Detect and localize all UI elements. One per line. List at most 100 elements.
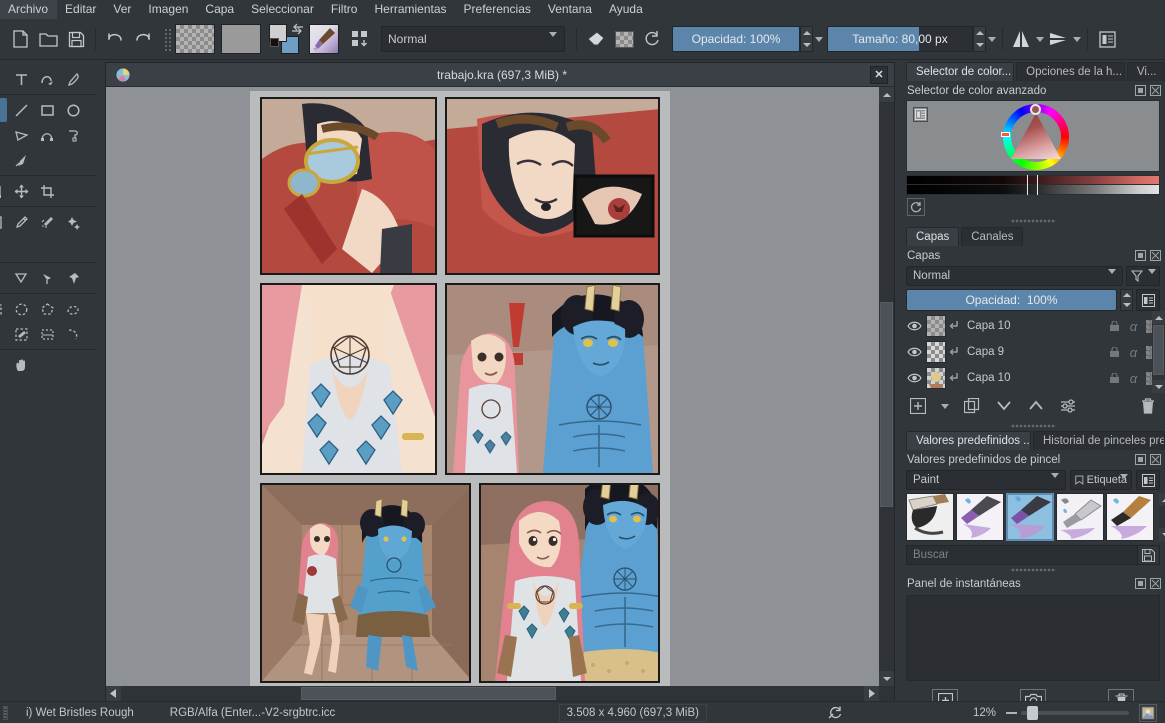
layer-opacity-step-down[interactable] — [1121, 300, 1132, 310]
edit-shapes-tool[interactable] — [35, 67, 59, 91]
new-document-icon[interactable] — [6, 25, 34, 53]
palette-knife-preset[interactable] — [1056, 493, 1104, 541]
horizontal-scroll-thumb[interactable] — [301, 687, 556, 700]
value-gradient-strip[interactable] — [906, 175, 1160, 185]
lock-icon[interactable] — [1108, 372, 1121, 385]
save-preset-icon[interactable] — [1138, 545, 1160, 565]
layer-view-mode-button[interactable] — [1136, 289, 1160, 311]
zoom-slider-knob[interactable] — [1027, 705, 1038, 720]
docker-splitter-2[interactable] — [1010, 422, 1056, 429]
zoom-out-icon[interactable] — [1006, 711, 1017, 714]
color-picker-tool[interactable] — [9, 210, 33, 234]
move-layer-down-button[interactable] — [993, 396, 1015, 416]
close-document-icon[interactable]: ✕ — [870, 65, 888, 84]
saturation-gradient-strip[interactable] — [906, 185, 1160, 195]
vertical-scroll-thumb[interactable] — [880, 302, 893, 507]
color-cursor[interactable] — [1030, 104, 1041, 115]
float-snapshot-docker-icon[interactable] — [1134, 577, 1147, 590]
artboard[interactable] — [250, 91, 670, 686]
layer-thumbnail[interactable] — [926, 341, 946, 363]
menu-ayuda[interactable]: Ayuda — [601, 0, 652, 19]
multibrush-axis-tool[interactable] — [35, 266, 59, 290]
duplicate-layer-button[interactable] — [961, 396, 983, 416]
ellipse-tool[interactable] — [61, 98, 85, 122]
layer-scroll-down-icon[interactable] — [1152, 380, 1165, 393]
zoom-tool[interactable] — [0, 353, 7, 377]
wet-bristles-rough-preset[interactable] — [1006, 493, 1054, 541]
tag-button[interactable]: Etiqueta — [1070, 470, 1132, 491]
add-layer-button[interactable] — [907, 396, 929, 416]
brush-size-slider[interactable]: Tamaño: 80,00 px — [827, 26, 973, 52]
close-brush-docker-icon[interactable] — [1149, 453, 1162, 466]
opacity-slider[interactable]: Opacidad: 100% — [672, 26, 800, 52]
pin-tool[interactable] — [61, 266, 85, 290]
mirror-horizontal-chevron-icon[interactable] — [1034, 26, 1045, 52]
snapshot-list[interactable] — [906, 595, 1160, 681]
redo-icon[interactable] — [129, 25, 157, 53]
delete-layer-button[interactable] — [1137, 396, 1159, 416]
alpha-inherit-icon[interactable] — [949, 346, 962, 358]
layer-scroll-up-icon[interactable] — [1152, 311, 1165, 324]
assistant-tool[interactable] — [0, 235, 7, 259]
layer-list-scrollbar[interactable] — [1152, 311, 1165, 393]
multibrush-tool[interactable] — [9, 148, 33, 172]
reference-images-tool[interactable] — [9, 266, 33, 290]
dynamic-brush-tool[interactable] — [0, 148, 7, 172]
close-docker-icon[interactable] — [1149, 84, 1162, 97]
freehand-brush-tool[interactable] — [0, 98, 7, 122]
menu-ventana[interactable]: Ventana — [540, 0, 601, 19]
lock-icon[interactable] — [1108, 320, 1121, 333]
layer-blend-mode-selector[interactable]: Normal — [906, 266, 1123, 286]
docker-splitter-3[interactable] — [1010, 566, 1056, 573]
no-selection-icon[interactable] — [827, 704, 843, 722]
lock-icon[interactable] — [1108, 346, 1121, 359]
layer-properties-button[interactable] — [1057, 396, 1079, 416]
alpha-lock-icon[interactable]: α — [1127, 345, 1140, 360]
elliptical-select-tool[interactable] — [9, 297, 33, 321]
layer-opacity-slider[interactable]: Opacidad: 100% — [906, 289, 1117, 311]
polygon-tool[interactable] — [0, 123, 7, 147]
brush-size-step-up[interactable] — [974, 27, 985, 39]
choose-workspace-icon[interactable] — [1093, 25, 1121, 53]
brush-preset-selector[interactable] — [307, 24, 341, 54]
preset-scroll-up-icon[interactable] — [1159, 493, 1165, 506]
calligraphy-tool[interactable] — [61, 67, 85, 91]
canvas-vertical-scrollbar[interactable] — [879, 87, 894, 686]
fit-page-icon[interactable] — [1139, 703, 1157, 722]
shape-select-tool[interactable] — [0, 67, 7, 91]
alpha-lock-icon[interactable]: α — [1127, 319, 1140, 334]
brush-size-stepper[interactable] — [973, 26, 986, 52]
reset-brush-icon[interactable] — [638, 25, 666, 53]
add-layer-chevron-icon[interactable] — [939, 396, 951, 416]
layer-visibility-icon[interactable] — [905, 369, 923, 387]
advanced-color-selector[interactable] — [906, 100, 1160, 172]
tab-historial-de-pinceles[interactable]: Historial de pinceles pre... — [1033, 431, 1165, 450]
contiguous-select-tool[interactable] — [0, 322, 7, 346]
document-title-bar[interactable]: trabajo.kra (697,3 MiB) * ✕ — [106, 63, 894, 87]
status-zoom-level[interactable]: 12% — [973, 704, 996, 722]
rectangle-tool[interactable] — [35, 98, 59, 122]
alpha-inherit-icon[interactable] — [949, 320, 962, 332]
wet-bristles-preset[interactable] — [956, 493, 1004, 541]
float-brush-docker-icon[interactable] — [1134, 453, 1147, 466]
table-row[interactable]: Capa 10 α — [901, 365, 1165, 391]
eraser-mode-icon[interactable] — [582, 25, 610, 53]
search-input[interactable]: Buscar — [906, 545, 1138, 565]
bristles-rough-preset[interactable] — [906, 493, 954, 541]
opacity-step-down[interactable] — [801, 39, 812, 51]
float-layers-docker-icon[interactable] — [1134, 249, 1147, 262]
layer-name[interactable]: Capa 10 — [962, 372, 1108, 384]
menu-ver[interactable]: Ver — [105, 0, 140, 19]
float-docker-icon[interactable] — [1134, 84, 1147, 97]
colorize-mask-tool[interactable] — [35, 210, 59, 234]
layer-opacity-step-up[interactable] — [1121, 290, 1132, 300]
opacity-stepper[interactable] — [800, 26, 813, 52]
layer-thumbnail[interactable] — [926, 315, 946, 337]
zoom-slider[interactable] — [1021, 705, 1129, 720]
default-colors-icon[interactable] — [270, 38, 279, 47]
mirror-vertical-icon[interactable] — [1045, 25, 1071, 53]
statusbar-grip[interactable] — [0, 705, 10, 720]
opacity-step-up[interactable] — [801, 27, 812, 39]
table-row[interactable]: Capa 9 α — [901, 339, 1165, 365]
scroll-left-arrow-icon[interactable] — [106, 686, 121, 701]
